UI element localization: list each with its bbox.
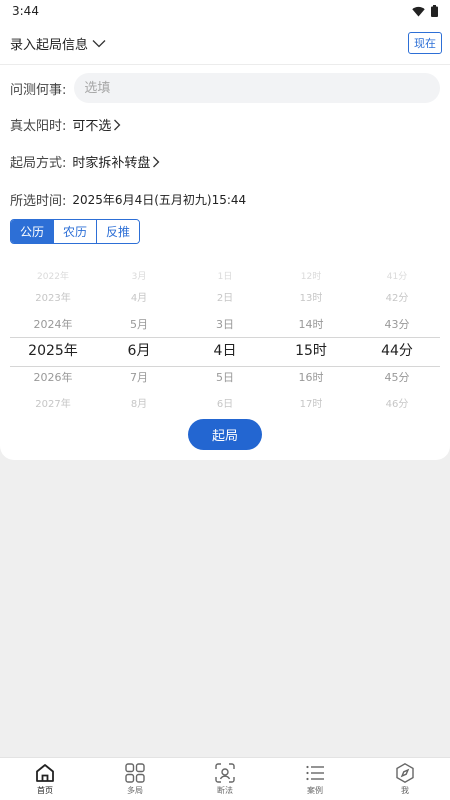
tab-home-label: 首页 [37, 786, 53, 795]
chevron-right-icon [152, 156, 160, 168]
picker-item[interactable]: 5月 [96, 318, 182, 332]
picker-item[interactable]: 41分 [354, 270, 440, 284]
tab-me[interactable]: 我 [360, 758, 450, 796]
tab-judge[interactable]: 断法 [180, 758, 270, 796]
tab-gregorian[interactable]: 公历 [11, 220, 55, 243]
tab-reverse[interactable]: 反推 [97, 220, 140, 243]
status-icons [412, 5, 438, 17]
solar-time-value: 可不选 [72, 119, 112, 134]
picker-item[interactable]: 8月 [96, 398, 182, 412]
picker-column-minute[interactable]: 41分 42分 43分 44分 45分 46分 [354, 258, 440, 414]
chevron-right-icon [113, 119, 121, 131]
tab-me-label: 我 [401, 786, 409, 795]
header-dropdown[interactable]: 录入起局信息 [10, 34, 106, 53]
tab-lunar[interactable]: 农历 [54, 220, 98, 243]
method-row: 起局方式: 时家拆补转盘 [10, 152, 160, 171]
header-title: 录入起局信息 [10, 37, 89, 53]
method-label: 起局方式: [10, 156, 67, 171]
start-button[interactable]: 起局 [188, 419, 262, 450]
picker-column-hour[interactable]: 12时 13时 14时 15时 16时 17时 [268, 258, 354, 414]
selected-time-label: 所选时间: [10, 194, 67, 209]
card-header: 录入起局信息 现在 [0, 22, 450, 64]
picker-item[interactable]: 17时 [268, 398, 354, 412]
picker-item[interactable]: 2026年 [10, 371, 96, 385]
solar-time-label: 真太阳时: [10, 119, 67, 134]
picker-column-month[interactable]: 3月 4月 5月 6月 7月 8月 [96, 258, 182, 414]
picker-item[interactable]: 2022年 [10, 270, 96, 284]
grid-icon [124, 762, 146, 784]
status-bar: 3:44 [0, 0, 450, 22]
picker-item[interactable]: 4日 [182, 342, 268, 360]
picker-item[interactable]: 1日 [182, 270, 268, 284]
selected-time-value: 2025年6月4日(五月初九)15:44 [72, 193, 247, 207]
tab-multi[interactable]: 多局 [90, 758, 180, 796]
picker-item[interactable]: 44分 [354, 342, 440, 360]
battery-icon [431, 5, 438, 17]
chevron-down-icon [92, 39, 106, 48]
picker-item[interactable]: 2日 [182, 292, 268, 306]
datetime-picker[interactable]: 2022年 2023年 2024年 2025年 2026年 2027年 3月 4月 5月 6月 7月… [10, 258, 440, 414]
method-value: 时家拆补转盘 [72, 156, 151, 171]
status-time: 3:44 [12, 4, 39, 18]
calendar-type-tabs: 公历 农历 反推 [10, 219, 141, 244]
picker-item[interactable]: 45分 [354, 371, 440, 385]
picker-item[interactable]: 14时 [268, 318, 354, 332]
picker-item[interactable]: 12时 [268, 270, 354, 284]
tab-cases-label: 案例 [307, 786, 323, 795]
scan-icon [214, 762, 236, 784]
picker-item[interactable]: 2027年 [10, 398, 96, 412]
method-selector[interactable]: 时家拆补转盘 [72, 152, 160, 171]
picker-item[interactable]: 43分 [354, 318, 440, 332]
picker-item[interactable]: 5日 [182, 371, 268, 385]
tab-cases[interactable]: 案例 [270, 758, 360, 796]
selected-time-row: 所选时间: 2025年6月4日(五月初九)15:44 [10, 190, 246, 209]
now-button[interactable]: 现在 [408, 32, 442, 54]
picker-item[interactable]: 2023年 [10, 292, 96, 306]
compass-icon [394, 762, 416, 784]
picker-item[interactable]: 15时 [268, 342, 354, 360]
picker-item[interactable]: 6月 [96, 342, 182, 360]
solar-time-selector[interactable]: 可不选 [72, 115, 121, 134]
picker-item[interactable]: 46分 [354, 398, 440, 412]
picker-item[interactable]: 7月 [96, 371, 182, 385]
picker-column-day[interactable]: 1日 2日 3日 4日 5日 6日 [182, 258, 268, 414]
question-input[interactable] [74, 73, 441, 103]
tab-multi-label: 多局 [127, 786, 143, 795]
header-divider [0, 64, 450, 65]
tab-judge-label: 断法 [217, 786, 233, 795]
home-icon [34, 762, 56, 784]
picker-item[interactable]: 6日 [182, 398, 268, 412]
wifi-icon [412, 6, 425, 17]
picker-item[interactable]: 42分 [354, 292, 440, 306]
question-row: 问测何事: [10, 73, 441, 103]
solar-time-row: 真太阳时: 可不选 [10, 115, 121, 134]
input-card: 录入起局信息 现在 问测何事: 真太阳时: 可不选 起局方式: 时家拆补转盘 [0, 22, 450, 460]
picker-column-year[interactable]: 2022年 2023年 2024年 2025年 2026年 2027年 [10, 258, 96, 414]
picker-item[interactable]: 2025年 [10, 342, 96, 360]
picker-item[interactable]: 16时 [268, 371, 354, 385]
list-icon [304, 762, 326, 784]
picker-item[interactable]: 4月 [96, 292, 182, 306]
picker-item[interactable]: 3日 [182, 318, 268, 332]
picker-item[interactable]: 2024年 [10, 318, 96, 332]
picker-item[interactable]: 3月 [96, 270, 182, 284]
bottom-tab-bar: 首页 多局 断法 案例 我 [0, 757, 450, 800]
tab-home[interactable]: 首页 [0, 758, 90, 796]
picker-item[interactable]: 13时 [268, 292, 354, 306]
question-label: 问测何事: [10, 82, 67, 98]
